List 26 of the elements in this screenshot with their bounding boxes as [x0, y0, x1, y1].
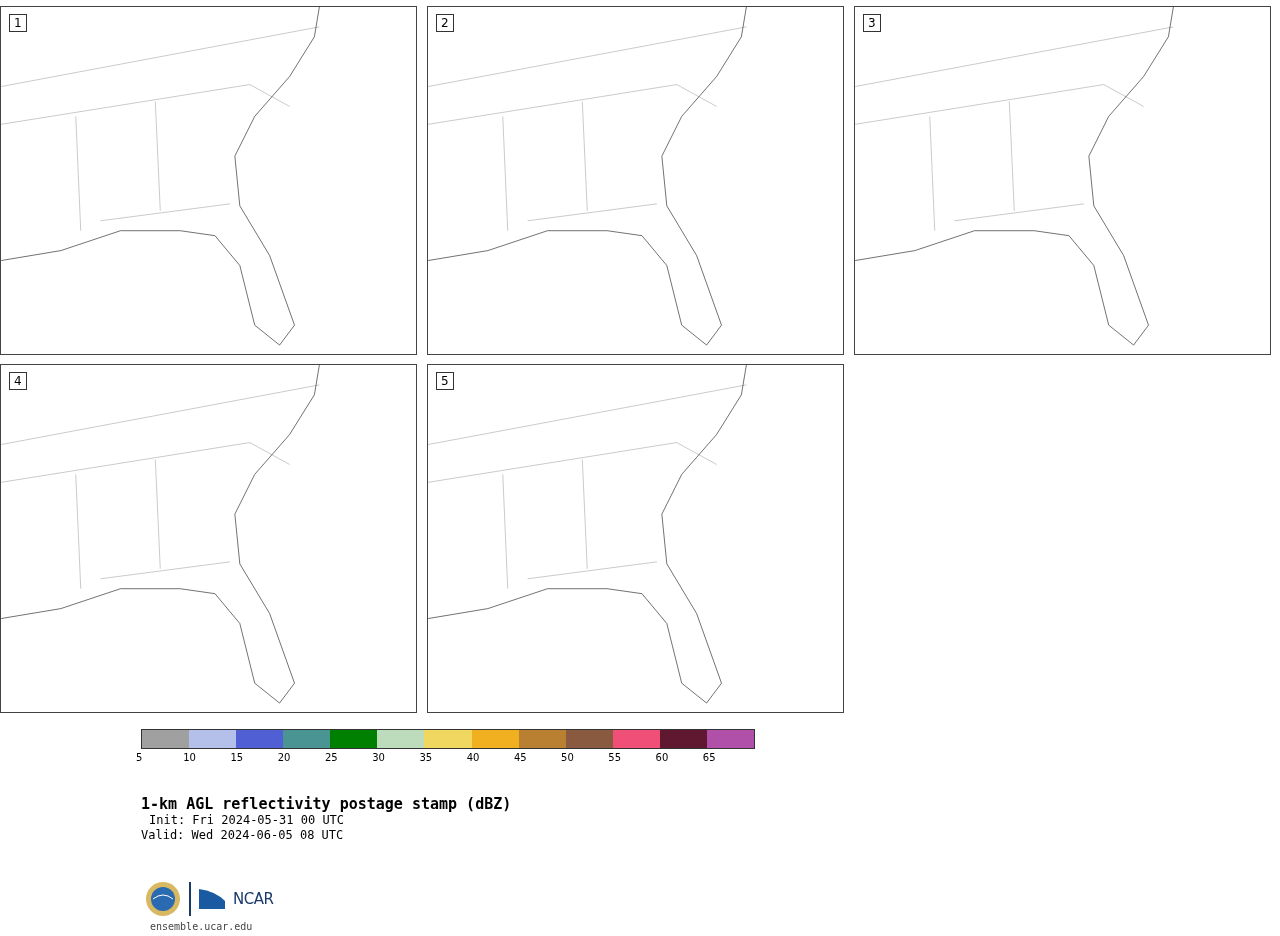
logo-text: NCAR	[233, 890, 274, 908]
scale-tick-label: 25	[324, 752, 338, 763]
divider-line-icon	[189, 882, 191, 916]
scale-tick-label: 35	[419, 752, 433, 763]
panel-number: 4	[9, 372, 27, 390]
chart-title: 1-km AGL reflectivity postage stamp (dBZ)	[141, 795, 513, 813]
scale-tick-label: 55	[608, 752, 622, 763]
globe-icon	[145, 881, 181, 917]
panel-number: 3	[863, 14, 881, 32]
scale-tick-label: 40	[466, 752, 480, 763]
scale-tick-label: 30	[372, 752, 385, 763]
scale-tick-label: 65	[702, 752, 716, 763]
scale-tick-label: 60	[655, 752, 669, 763]
site-url: ensemble.ucar.edu	[150, 921, 254, 932]
scale-tick-label: 10	[183, 752, 196, 763]
panel-number: 2	[436, 14, 454, 32]
panel-number: 5	[436, 372, 454, 390]
scale-tick-label: 50	[561, 752, 574, 763]
init-time: Init: Fri 2024-05-31 00 UTC	[148, 813, 346, 828]
scale-tick-label: 15	[230, 752, 244, 763]
valid-time: Valid: Wed 2024-06-05 08 UTC	[141, 828, 345, 843]
scale-tick-label: 45	[513, 752, 527, 763]
scale-tick-label: 20	[277, 752, 291, 763]
scale-tick-label: 5	[136, 752, 143, 763]
ncar-emblem-icon	[199, 889, 225, 909]
panel-number: 1	[9, 14, 27, 32]
